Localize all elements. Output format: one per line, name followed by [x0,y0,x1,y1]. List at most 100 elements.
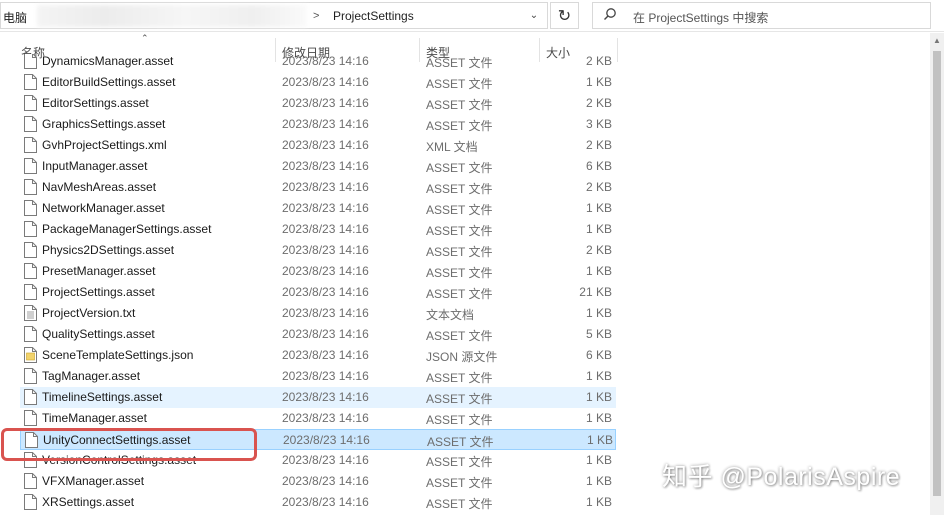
refresh-button[interactable]: ↻ [550,2,579,29]
address-dropdown-icon[interactable]: ⌄ [521,3,547,28]
file-icon [24,179,37,195]
file-row[interactable]: ProjectVersion.txt 2023/8/23 14:16 文本文档 1 K… [20,303,616,324]
file-name: SceneTemplateSettings.json [42,348,194,362]
file-name: EditorBuildSettings.asset [42,75,176,89]
file-type: ASSET 文件 [426,329,493,343]
file-modified-date: 2023/8/23 14:16 [282,222,369,236]
file-type: ASSET 文件 [426,119,493,133]
file-row[interactable]: TimelineSettings.asset 2023/8/23 14:16 ASS… [20,387,616,408]
file-icon [24,473,37,489]
file-row[interactable]: EditorSettings.asset 2023/8/23 14:16 ASSET… [20,93,616,114]
file-size: 2 KB [585,96,612,110]
redacted-path [37,5,307,27]
file-row[interactable]: QualitySettings.asset 2023/8/23 14:16 ASSE… [20,324,616,345]
sort-ascending-icon: ⌃ [141,33,149,43]
file-modified-date: 2023/8/23 14:16 [282,201,369,215]
toolbar: 电脑 > ProjectSettings ⌄ ↻ 在 ProjectSettin… [0,0,944,32]
refresh-icon: ↻ [557,7,572,25]
file-type: ASSET 文件 [426,203,493,217]
file-row[interactable]: EditorBuildSettings.asset 2023/8/23 14:16… [20,72,616,93]
file-size: 1 KB [585,369,612,383]
file-size: 1 KB [585,264,612,278]
file-modified-date: 2023/8/23 14:16 [283,433,370,447]
file-type: ASSET 文件 [426,413,493,427]
file-icon [24,200,37,216]
file-row[interactable]: NetworkManager.asset 2023/8/23 14:16 ASSET… [20,198,616,219]
file-size: 2 KB [585,180,612,194]
file-type: ASSET 文件 [426,455,493,469]
file-size: 2 KB [585,243,612,257]
file-size: 1 KB [585,201,612,215]
file-type: ASSET 文件 [426,287,493,301]
breadcrumb-root[interactable]: 电脑 [3,9,27,26]
file-modified-date: 2023/8/23 14:16 [282,327,369,341]
file-name: DynamicsManager.asset [42,54,174,68]
file-icon [24,368,37,384]
file-modified-date: 2023/8/23 14:16 [282,411,369,425]
file-row[interactable]: TagManager.asset 2023/8/23 14:16 ASSET 文件 1… [20,366,616,387]
file-name: Physics2DSettings.asset [42,243,175,257]
file-type: ASSET 文件 [426,497,493,511]
file-row[interactable]: NavMeshAreas.asset 2023/8/23 14:16 ASSET 文… [20,177,616,198]
address-bar[interactable]: 电脑 > ProjectSettings ⌄ [0,2,548,29]
file-icon [24,242,37,258]
scrollbar-thumb[interactable] [933,51,941,496]
search-placeholder: 在 ProjectSettings 中搜索 [633,11,769,25]
file-modified-date: 2023/8/23 14:16 [282,159,369,173]
file-row[interactable]: PresetManager.asset 2023/8/23 14:16 ASSET … [20,261,616,282]
file-size: 6 KB [585,348,612,362]
file-name: InputManager.asset [42,159,148,173]
file-type: ASSET 文件 [426,182,493,196]
file-type: ASSET 文件 [427,435,494,449]
file-type: ASSET 文件 [426,224,493,238]
file-row[interactable]: GraphicsSettings.asset 2023/8/23 14:16 ASS… [20,114,616,135]
breadcrumb-current-folder[interactable]: ProjectSettings [333,9,414,23]
file-size: 6 KB [585,159,612,173]
file-size: 3 KB [585,117,612,131]
file-modified-date: 2023/8/23 14:16 [282,54,369,68]
file-modified-date: 2023/8/23 14:16 [282,474,369,488]
file-row[interactable]: GvhProjectSettings.xml 2023/8/23 14:16 XML… [20,135,616,156]
file-type: ASSET 文件 [426,161,493,175]
breadcrumb-chevron-icon[interactable]: > [313,10,319,22]
file-row[interactable]: VFXManager.asset 2023/8/23 14:16 ASSET 文件 1… [20,471,616,492]
file-name: XRSettings.asset [42,495,135,509]
file-row[interactable]: PackageManagerSettings.asset 2023/8/23 14… [20,219,616,240]
file-icon [24,95,37,111]
file-row[interactable]: XRSettings.asset 2023/8/23 14:16 ASSET 文件 1… [20,492,616,513]
file-name: QualitySettings.asset [42,327,155,341]
file-type: ASSET 文件 [426,476,493,490]
file-size: 1 KB [585,453,612,467]
file-row[interactable]: ProjectSettings.asset 2023/8/23 14:16 ASSE… [20,282,616,303]
file-modified-date: 2023/8/23 14:16 [282,495,369,509]
json-file-icon [24,347,37,363]
file-modified-date: 2023/8/23 14:16 [282,75,369,89]
file-modified-date: 2023/8/23 14:16 [282,243,369,257]
file-name: TimelineSettings.asset [42,390,163,404]
file-row[interactable]: TimeManager.asset 2023/8/23 14:16 ASSET 文件… [20,408,616,429]
file-type: ASSET 文件 [426,392,493,406]
file-row[interactable]: Physics2DSettings.asset 2023/8/23 14:16 AS… [20,240,616,261]
file-icon [24,116,37,132]
file-row[interactable]: DynamicsManager.asset 2023/8/23 14:16 ASSE… [20,54,616,72]
file-modified-date: 2023/8/23 14:16 [282,390,369,404]
file-size: 5 KB [585,327,612,341]
file-type: ASSET 文件 [426,56,493,70]
file-size: 1 KB [586,433,613,447]
search-box[interactable]: 在 ProjectSettings 中搜索 [592,2,931,29]
file-icon [24,410,37,426]
scroll-up-arrow-icon[interactable]: ▲ [933,36,941,45]
file-row[interactable]: InputManager.asset 2023/8/23 14:16 ASSET 文… [20,156,616,177]
file-name: GvhProjectSettings.xml [42,138,167,152]
file-name: EditorSettings.asset [42,96,149,110]
file-modified-date: 2023/8/23 14:16 [282,138,369,152]
file-icon [24,284,37,300]
text-file-icon [24,305,37,321]
file-icon [24,263,37,279]
file-type: 文本文档 [426,308,475,322]
annotation-highlight-box [1,428,257,461]
vertical-scrollbar[interactable]: ▲ [930,33,944,515]
file-size: 21 KB [579,285,612,299]
file-name: ProjectVersion.txt [42,306,136,320]
file-row[interactable]: SceneTemplateSettings.json 2023/8/23 14:1… [20,345,616,366]
